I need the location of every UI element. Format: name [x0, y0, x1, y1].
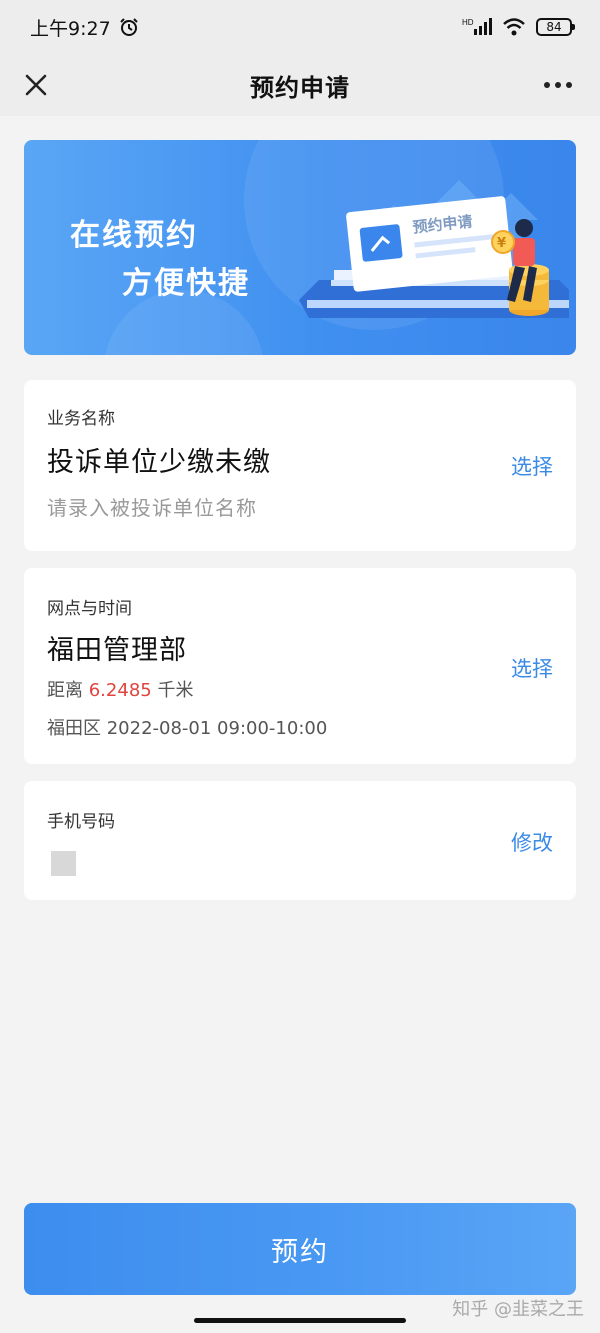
battery-level: 84	[546, 20, 562, 34]
banner-coin-symbol: ¥	[497, 236, 506, 251]
branch-label: 网点与时间	[47, 599, 132, 619]
distance-unit: 千米	[157, 680, 194, 701]
signal-icon: HD	[462, 18, 492, 35]
page-title: 预约申请	[250, 73, 350, 102]
phone-label: 手机号码	[47, 812, 115, 832]
status-left: 上午9:27	[30, 14, 139, 41]
branch-value: 福田管理部	[47, 635, 187, 666]
network-label: HD	[462, 18, 474, 27]
phone-card: 手机号码 修改	[24, 781, 576, 900]
distance-line: 距离 6.2485 千米	[47, 676, 193, 702]
phone-edit-button[interactable]: 修改	[511, 827, 553, 857]
banner-subtitle: 方便快捷	[122, 266, 250, 301]
service-card: 业务名称 投诉单位少缴未缴 选择 请录入被投诉单位名称	[24, 380, 576, 551]
status-right: HD 84	[462, 17, 575, 37]
distance-value: 6.2485	[88, 680, 152, 701]
watermark: 知乎 @韭菜之王	[452, 1299, 584, 1320]
branch-datetime: 福田区 2022-08-01 09:00-10:00	[47, 718, 328, 739]
service-value: 投诉单位少缴未缴	[47, 447, 271, 478]
status-time: 上午9:27	[30, 17, 111, 40]
service-select-button[interactable]: 选择	[511, 451, 553, 481]
company-name-input[interactable]: 请录入被投诉单位名称	[47, 492, 257, 521]
close-icon[interactable]	[18, 67, 54, 103]
branch-select-button[interactable]: 选择	[511, 653, 553, 683]
home-indicator[interactable]	[194, 1318, 406, 1323]
service-label: 业务名称	[47, 409, 115, 429]
branch-card: 网点与时间 福田管理部 选择 距离 6.2485 千米 福田区 2022-08-…	[24, 568, 576, 764]
submit-button[interactable]: 预约	[24, 1203, 576, 1295]
banner-illustration: 预约申请 ¥	[299, 180, 569, 318]
promo-banner: 在线预约 方便快捷 预约申请 ¥	[24, 140, 576, 355]
nav-bar: 预约申请	[0, 54, 600, 116]
battery-icon: 84	[536, 18, 575, 36]
status-bar: 上午9:27 HD 84	[0, 0, 600, 54]
wifi-icon	[503, 18, 525, 36]
phone-value-redacted	[51, 851, 76, 876]
distance-prefix: 距离	[47, 680, 83, 701]
more-icon[interactable]	[540, 70, 576, 100]
alarm-icon	[119, 18, 138, 36]
banner-title: 在线预约	[70, 218, 198, 253]
